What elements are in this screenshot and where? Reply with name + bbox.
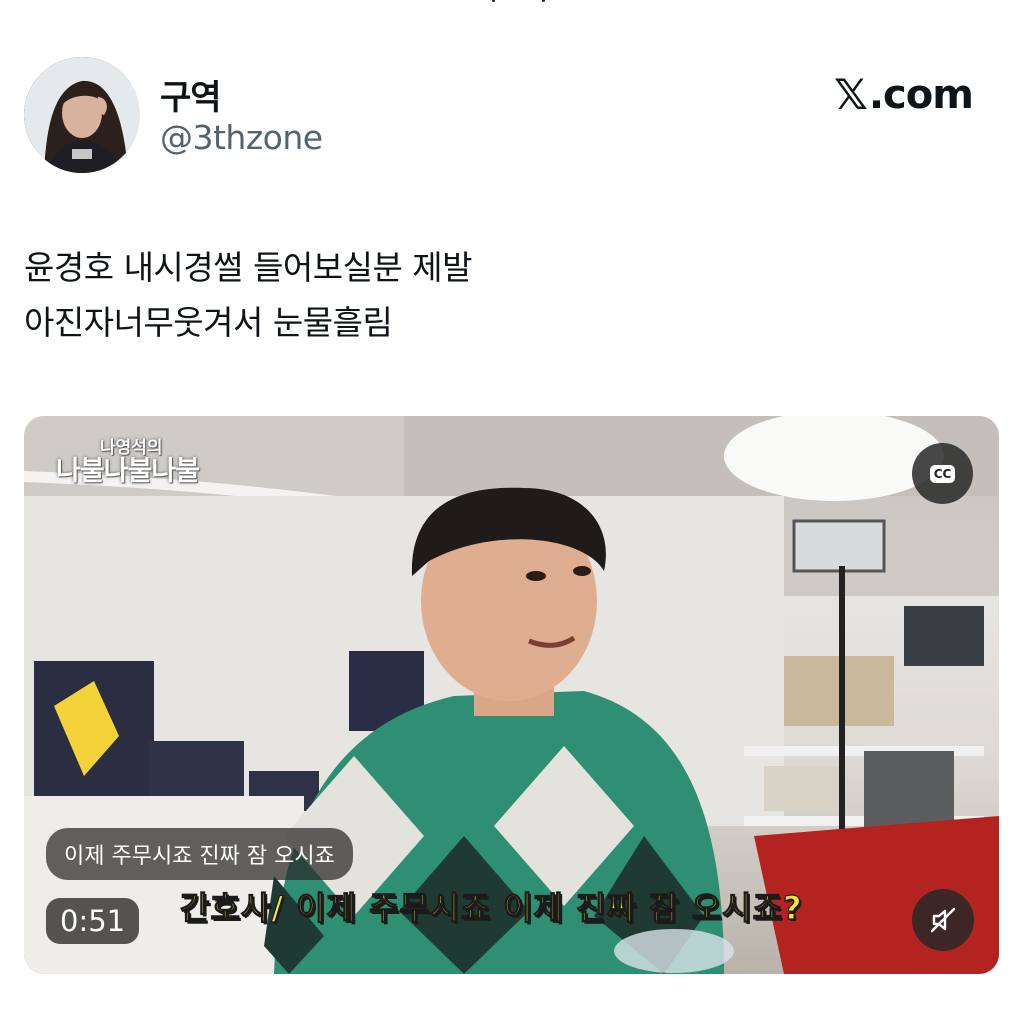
tweet-text: 윤경호 내시경썰 들어보실분 제발 아진자너무웃겨서 눈물흘림 [24, 240, 473, 350]
avatar[interactable] [24, 57, 140, 173]
tweet-line: 아진자너무웃겨서 눈물흘림 [24, 303, 393, 342]
x-logo-icon: 𝕏 [834, 70, 868, 119]
x-brand: 𝕏 .com [834, 70, 974, 119]
video-timestamp: 0:51 [46, 898, 140, 944]
show-logo: 나영석의 나불나불나불 [56, 439, 200, 487]
show-logo-line2: 나불나불나불 [56, 455, 200, 487]
tweet-line: 윤경호 내시경썰 들어보실분 제발 [24, 248, 473, 287]
tweet-card: 구역 @3thzone 𝕏 .com 윤경호 내시경썰 들어보실분 제발 아진자… [0, 0, 1024, 1010]
cc-icon: CC [929, 464, 956, 483]
video-player[interactable]: 나영석의 나불나불나불 CC 이제 주무시죠 진짜 잠 오시죠 간호사/ 이제 … [24, 416, 999, 974]
closed-captions-button[interactable]: CC [912, 443, 973, 504]
speaker-muted-icon [930, 907, 956, 933]
profile-photo-icon [24, 57, 140, 173]
burned-in-subtitle: 간호사/ 이제 주무시죠 이제 진짜 잠 오시죠? [179, 888, 803, 927]
mute-button[interactable] [912, 889, 974, 951]
scroll-indicator [492, 0, 546, 8]
caption-overlay: 이제 주무시죠 진짜 잠 오시죠 [46, 828, 353, 880]
brand-label: .com [868, 71, 974, 118]
author-handle[interactable]: @3thzone [160, 118, 323, 157]
author-display-name[interactable]: 구역 [160, 70, 222, 119]
